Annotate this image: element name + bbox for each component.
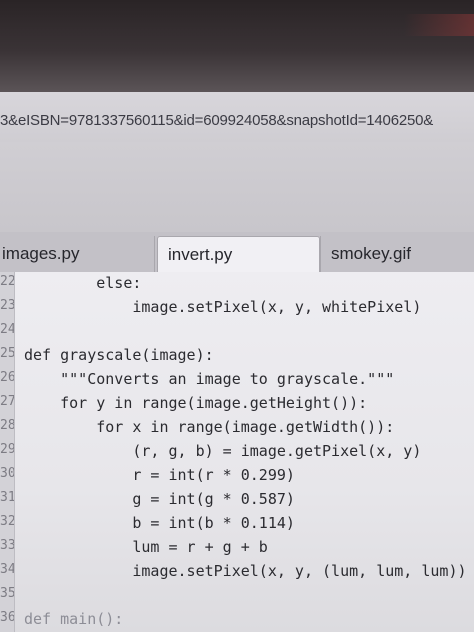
code-text: for y in range(image.getHeight()):: [24, 394, 368, 412]
line-number: 25: [0, 346, 14, 361]
window-titlebar-area: [0, 0, 474, 92]
address-bar[interactable]: 3&eISBN=9781337560115&id=609924058&snaps…: [0, 92, 474, 143]
code-line[interactable]: 25 def grayscale(image):: [0, 346, 474, 370]
line-number: 31: [0, 490, 14, 505]
code-text: b = int(b * 0.114): [24, 514, 295, 532]
line-number: 35: [0, 586, 14, 601]
line-number: 26: [0, 370, 14, 385]
code-line[interactable]: 36 def main():: [0, 610, 474, 632]
tab-invert-py[interactable]: invert.py: [157, 236, 320, 272]
line-number: 22: [0, 274, 14, 289]
line-number: 34: [0, 562, 14, 577]
code-line[interactable]: 22 else:: [0, 274, 474, 298]
line-number: 30: [0, 466, 14, 481]
code-line[interactable]: 32 b = int(b * 0.114): [0, 514, 474, 538]
code-text: (r, g, b) = image.getPixel(x, y): [24, 442, 422, 460]
code-text: lum = r + g + b: [24, 538, 268, 556]
editor-tab-bar: images.py invert.py smokey.gif: [0, 232, 474, 273]
code-line[interactable]: 34 image.setPixel(x, y, (lum, lum, lum)): [0, 562, 474, 586]
toolbar-area: [0, 142, 474, 232]
code-text: """Converts an image to grayscale.""": [24, 370, 395, 388]
url-text[interactable]: 3&eISBN=9781337560115&id=609924058&snaps…: [0, 112, 433, 129]
code-text: r = int(r * 0.299): [24, 466, 295, 484]
code-line[interactable]: 24: [0, 322, 474, 346]
code-text: image.setPixel(x, y, (lum, lum, lum)): [24, 562, 467, 580]
code-line[interactable]: 26 """Converts an image to grayscale.""": [0, 370, 474, 394]
code-line[interactable]: 23 image.setPixel(x, y, whitePixel): [0, 298, 474, 322]
code-line[interactable]: 27 for y in range(image.getHeight()):: [0, 394, 474, 418]
line-number: 29: [0, 442, 14, 457]
code-text: for x in range(image.getWidth()):: [24, 418, 395, 436]
tab-smokey-gif[interactable]: smokey.gif: [320, 236, 474, 272]
code-text: image.setPixel(x, y, whitePixel): [24, 298, 422, 316]
code-line[interactable]: 31 g = int(g * 0.587): [0, 490, 474, 514]
code-line[interactable]: 29 (r, g, b) = image.getPixel(x, y): [0, 442, 474, 466]
code-line[interactable]: 30 r = int(r * 0.299): [0, 466, 474, 490]
code-text: g = int(g * 0.587): [24, 490, 295, 508]
code-line[interactable]: 33 lum = r + g + b: [0, 538, 474, 562]
tab-images-py[interactable]: images.py: [0, 236, 155, 272]
line-number: 32: [0, 514, 14, 529]
line-number: 23: [0, 298, 14, 313]
code-line[interactable]: 35: [0, 586, 474, 610]
code-editor[interactable]: 22 else: 23 image.setPixel(x, y, whitePix…: [0, 272, 474, 632]
window-control-hint: [404, 14, 474, 36]
line-number: 33: [0, 538, 14, 553]
line-number: 24: [0, 322, 14, 337]
line-number: 27: [0, 394, 14, 409]
line-number: 36: [0, 610, 14, 625]
code-text: def grayscale(image):: [24, 346, 214, 364]
line-number: 28: [0, 418, 14, 433]
code-text: def main():: [24, 610, 124, 628]
code-text: else:: [24, 274, 142, 292]
code-line[interactable]: 28 for x in range(image.getWidth()):: [0, 418, 474, 442]
